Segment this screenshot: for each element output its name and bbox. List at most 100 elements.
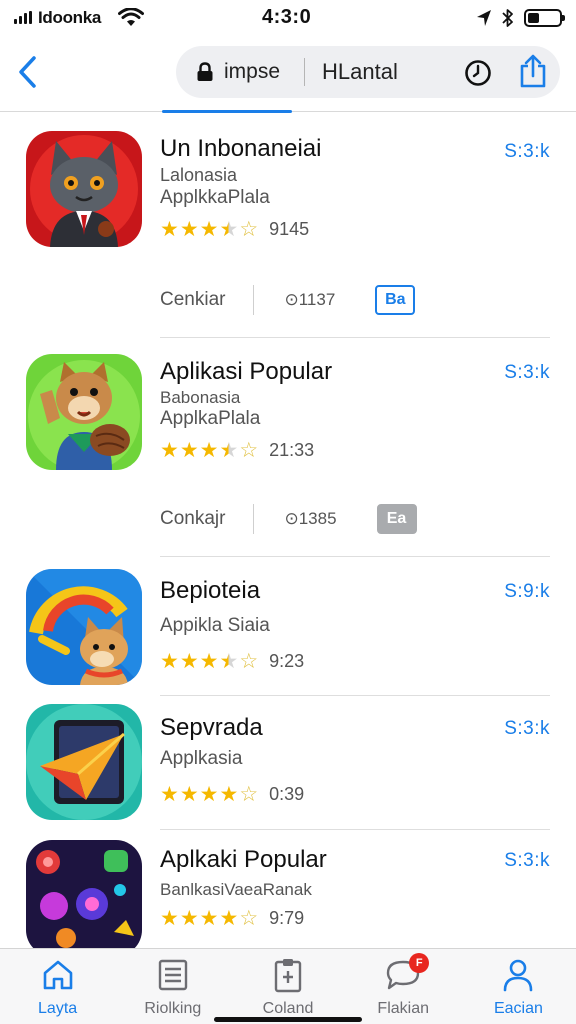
tab-riolking[interactable]: Riolking [115,949,230,1024]
app-name: Un Inbonaneiai [160,135,322,162]
meta-badge-button[interactable]: Ea [376,504,417,534]
star-filled-icon: ★ [199,782,219,806]
star-filled-icon: ★ [160,438,179,462]
tab-label: Layta [38,1000,78,1017]
app-subtitle: Lalonasia [160,165,238,185]
get-button[interactable]: S:3:k [504,850,550,872]
app-category: ApplkkaPlala [160,187,270,208]
tab-coland[interactable]: Coland [230,949,345,1024]
star-filled-icon: ★ [199,906,219,930]
meta-divider [253,504,255,534]
tab-label: Coland [262,1000,314,1017]
star-rating: ★ ★ ★ ★ ☆ 9145 [160,219,309,240]
tab-layta[interactable]: Layta [0,949,115,1024]
candy-game-icon[interactable] [26,840,142,949]
tab-flakian[interactable]: F Flakian [346,949,461,1024]
tab-eacian[interactable]: Eacian [461,949,576,1024]
tab-label: Flakian [377,1000,429,1017]
cat-character-icon[interactable] [26,131,142,247]
tab-bar: Layta Riolking Coland F Flakian Eacian [0,948,576,1024]
signal-icon [14,11,32,24]
star-filled-icon: ★ [219,649,239,673]
list-item[interactable]: Sepvrada Applkasia ★ ★ ★ ★ ☆ 0:39 S:3:k [0,696,576,830]
star-empty-icon: ☆ [239,217,259,241]
star-rating: ★ ★ ★ ★ ☆ 9:23 [160,651,304,672]
star-filled-icon: ★ [219,906,239,930]
star-filled-icon: ★ [179,438,199,462]
clipboard-icon [274,959,302,993]
home-icon [43,960,72,990]
rating-count: 9145 [269,219,310,239]
star-filled-icon: ★ [199,438,219,462]
bluetooth-icon [502,9,513,27]
meta-stat: ⊙1137 [284,290,336,309]
star-filled-icon: ★ [199,649,219,673]
meta-divider [253,285,255,315]
app-name: Bepioteia [160,577,261,604]
address-bar[interactable]: impse HLantal [176,46,560,98]
location-arrow-icon [477,10,491,26]
star-filled-icon: ★ [199,217,219,241]
get-button[interactable]: S:3:k [504,718,550,740]
app-subtitle: Appikla Siaia [160,615,270,636]
meta-label: Cenkiar [160,289,226,310]
meta-label: Conkajr [160,508,226,529]
back-button[interactable] [10,50,44,94]
star-filled-icon: ★ [179,906,199,930]
get-button[interactable]: S:3:k [504,141,550,163]
tab-label: Riolking [144,1000,202,1017]
star-rating: ★ ★ ★ ★ ☆ 9:79 [160,908,304,929]
arrow-tablet-icon[interactable] [26,704,142,820]
app-category: ApplkaPlala [160,408,261,429]
meta-badge-button[interactable]: Ba [375,285,416,315]
app-name: Sepvrada [160,714,263,741]
wifi-icon [118,8,144,26]
clock-icon[interactable] [464,59,492,87]
star-rating: ★ ★ ★ ★ ☆ 21:33 [160,440,314,461]
list-item[interactable]: Bepioteia Appikla Siaia ★ ★ ★ ★ ☆ 9:23 S:9:k [0,557,576,695]
list-item[interactable]: Aplkaki Popular BanlkasiVaeaRanak ★ ★ ★ ★ ☆ 9… [0,830,576,949]
status-bar: Idoonka 4:3:0 [0,0,576,36]
star-filled-icon: ★ [160,906,179,930]
star-filled-icon: ★ [219,217,239,241]
rating-count: 9:23 [269,651,305,671]
rating-count: 21:33 [269,440,315,460]
star-empty-icon: ☆ [239,906,259,930]
lock-icon [197,62,213,81]
navigation-bar: impse HLantal [0,36,576,113]
address-text: impse [224,60,281,83]
status-time: 4:3:0 [262,6,312,28]
get-button[interactable]: S:9:k [504,581,550,603]
meta-stat: ⊙1385 [284,509,337,528]
star-filled-icon: ★ [219,782,239,806]
share-icon[interactable] [518,54,548,88]
app-list: Un Inbonaneiai Lalonasia ApplkkaPlala ★ ★… [0,113,576,949]
fox-character-icon[interactable] [26,354,142,470]
list-icon [158,959,187,991]
battery-icon [524,9,565,27]
notification-badge: F [409,953,430,973]
list-item[interactable]: Aplikasi Popular Babonasia ApplkaPlala ★… [0,338,576,556]
list-item[interactable]: Un Inbonaneiai Lalonasia ApplkkaPlala ★ ★… [0,113,576,337]
app-subtitle: BanlkasiVaeaRanak [160,880,312,899]
star-empty-icon: ☆ [239,438,259,462]
dog-gauge-icon[interactable] [26,569,142,685]
star-filled-icon: ★ [160,782,179,806]
carrier-name: Idoonka [38,8,102,27]
star-empty-icon: ☆ [239,649,259,673]
star-filled-icon: ★ [160,217,179,241]
back-chevron-icon [19,56,36,88]
app-name: Aplkaki Popular [160,846,327,873]
app-subtitle: Applkasia [160,748,243,769]
home-indicator [214,1017,362,1022]
app-name: Aplikasi Popular [160,358,333,385]
rating-count: 0:39 [269,784,305,804]
star-empty-icon: ☆ [239,782,259,806]
get-button[interactable]: S:3:k [504,362,550,384]
star-filled-icon: ★ [219,438,239,462]
address-divider [304,58,305,86]
address-host: HLantal [322,59,398,84]
app-subtitle: Babonasia [160,388,241,407]
app-meta-row: Cenkiar ⊙1137 Ba [160,283,416,317]
star-rating: ★ ★ ★ ★ ☆ 0:39 [160,784,304,805]
